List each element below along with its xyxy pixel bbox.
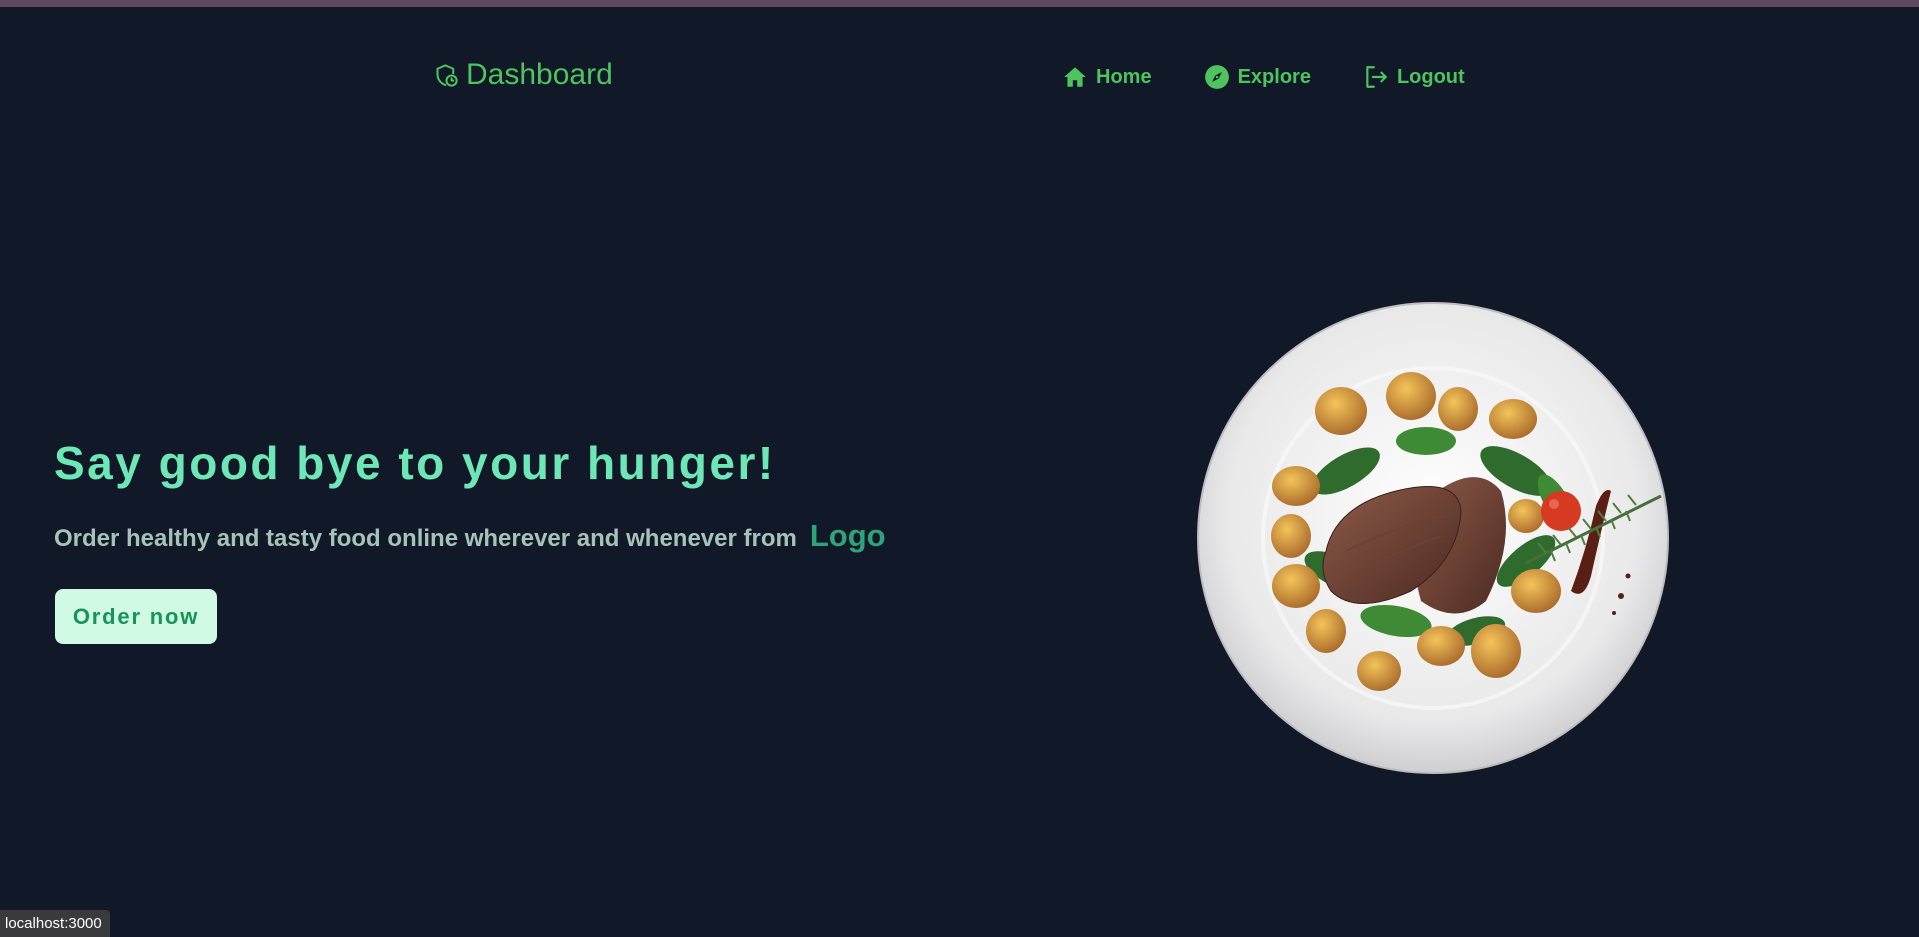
home-icon: [1062, 64, 1088, 90]
window-top-strip: [0, 0, 1919, 7]
hero-subtitle-text: Order healthy and tasty food online wher…: [54, 525, 797, 552]
nav-home-label: Home: [1096, 65, 1152, 88]
status-bar-url: localhost:3000: [0, 910, 110, 937]
nav-home-link[interactable]: Home: [1062, 64, 1152, 90]
brand-label: Dashboard: [466, 58, 613, 91]
main-nav: Home Explore Logout: [1062, 63, 1517, 91]
nav-explore-link[interactable]: Explore: [1204, 64, 1311, 90]
brand-link[interactable]: Dashboard: [433, 58, 613, 92]
nav-logout-label: Logout: [1396, 65, 1465, 88]
cherry-tomato: [1541, 491, 1581, 531]
nav-logout-link[interactable]: Logout: [1363, 64, 1465, 90]
steak-plate-illustration: [1197, 302, 1669, 774]
hero-food-image: [1196, 301, 1670, 775]
hero-logo-word: Logo: [809, 518, 886, 553]
hero-subtitle: Order healthy and tasty food online wher…: [54, 518, 886, 554]
order-now-button[interactable]: Order now: [55, 589, 217, 644]
hero-title: Say good bye to your hunger!: [54, 437, 776, 489]
nav-explore-label: Explore: [1237, 65, 1311, 88]
shield-clock-icon: [433, 62, 460, 89]
logout-icon: [1363, 64, 1389, 90]
compass-icon: [1204, 64, 1230, 90]
